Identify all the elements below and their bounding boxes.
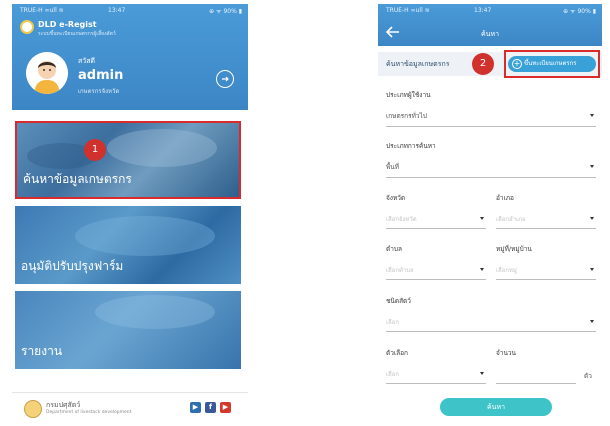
chevron-down-icon[interactable] xyxy=(590,268,594,271)
video-icon[interactable]: ▶ xyxy=(190,402,201,413)
tile-decoration xyxy=(75,216,215,256)
option-label: ตัวเลือก xyxy=(386,349,408,357)
field-underline xyxy=(496,279,596,280)
village-label: หมู่ที่/หมู่บ้าน xyxy=(496,245,532,253)
facebook-icon[interactable]: f xyxy=(205,402,216,413)
tile-search-farmer[interactable]: ค้นหาข้อมูลเกษตรกร xyxy=(15,121,241,199)
app-header: TRUE-H ∞ull ≋ 13:47 ⊕ ᯤ 90% ▮ DLD e-Regi… xyxy=(12,4,248,110)
chevron-down-icon[interactable] xyxy=(590,114,594,117)
status-bar: TRUE-H ∞ull ≋ 13:47 ⊕ ᯤ 90% ▮ xyxy=(12,4,248,18)
search-screen: TRUE-H ∞ull ≋ 13:47 ⊕ ᯤ 90% ▮ ค้นหา ค้นห… xyxy=(378,4,602,424)
chevron-down-icon[interactable] xyxy=(590,165,594,168)
village-select[interactable]: เลือกหมู่ xyxy=(496,265,517,275)
field-underline xyxy=(386,177,596,178)
department-logo-icon xyxy=(24,400,42,418)
search-button[interactable]: ค้นหา xyxy=(440,398,552,416)
option-select[interactable]: เลือก xyxy=(386,369,399,379)
field-underline xyxy=(386,126,596,127)
search-type-label: ประเภทการค้นหา xyxy=(386,142,436,150)
tile-approve-farm-label: อนุมัติปรับปรุงฟาร์ม xyxy=(21,259,124,273)
chevron-down-icon[interactable] xyxy=(590,320,594,323)
status-carrier: TRUE-H ∞ull ≋ xyxy=(20,7,64,14)
app-subtitle: ระบบขึ้นทะเบียนเกษตรกรผู้เลี้ยงสัตว์ xyxy=(38,31,116,37)
screen-title: ค้นหา xyxy=(480,30,499,38)
chevron-down-icon[interactable] xyxy=(480,372,484,375)
tile-report-label: รายงาน xyxy=(21,344,63,358)
tile-decoration xyxy=(107,129,217,167)
status-time: 13:47 xyxy=(108,7,126,14)
amount-label: จำนวน xyxy=(496,349,516,357)
search-header: TRUE-H ∞ull ≋ 13:47 ⊕ ᯤ 90% ▮ ค้นหา xyxy=(378,4,602,46)
logout-button[interactable] xyxy=(216,70,234,88)
logout-icon xyxy=(222,76,229,82)
status-battery: ⊕ ᯤ 90% ▮ xyxy=(563,8,596,15)
animal-type-label: ชนิดสัตว์ xyxy=(386,297,411,305)
chevron-down-icon[interactable] xyxy=(480,268,484,271)
user-avatar-icon xyxy=(26,52,68,94)
status-time: 13:47 xyxy=(474,7,492,14)
district-select[interactable]: เลือกอำเภอ xyxy=(496,214,526,224)
status-battery: ⊕ ᯤ 90% ▮ xyxy=(209,8,242,15)
user-name: admin xyxy=(78,68,124,83)
chevron-down-icon[interactable] xyxy=(480,217,484,220)
highlight-box xyxy=(504,50,600,78)
step-marker-1: 1 xyxy=(84,139,106,161)
amount-unit: ตัว xyxy=(584,372,592,380)
status-bar: TRUE-H ∞ull ≋ 13:47 ⊕ ᯤ 90% ▮ xyxy=(378,4,602,18)
field-underline xyxy=(386,228,486,229)
footer: กรมปศุสัตว์ Department of livestock deve… xyxy=(12,392,248,424)
section-title: ค้นหาข้อมูลเกษตรกร xyxy=(386,60,450,68)
field-underline xyxy=(386,331,596,332)
animal-type-select[interactable]: เลือก xyxy=(386,317,399,327)
subdistrict-select[interactable]: เลือกตำบล xyxy=(386,265,414,275)
amount-input[interactable] xyxy=(496,383,576,384)
tile-decoration xyxy=(95,295,215,329)
department-subtitle: Department of livestock development xyxy=(46,410,132,415)
user-type-value[interactable]: เกษตรกรทั่วไป xyxy=(386,111,427,121)
tile-report[interactable]: รายงาน xyxy=(15,291,241,369)
app-title: DLD e-Regist xyxy=(38,20,97,29)
subdistrict-label: ตำบล xyxy=(386,245,402,253)
search-type-value[interactable]: พื้นที่ xyxy=(386,162,399,172)
app-logo-icon xyxy=(20,20,34,34)
user-type-label: ประเภทผู้ใช้งาน xyxy=(386,91,431,99)
field-underline xyxy=(386,383,486,384)
user-department: เกษตรกรจังหวัด xyxy=(78,88,120,95)
tile-approve-farm[interactable]: อนุมัติปรับปรุงฟาร์ม xyxy=(15,206,241,284)
district-label: อำเภอ xyxy=(496,194,514,202)
field-underline xyxy=(386,279,486,280)
field-underline xyxy=(496,228,596,229)
user-greeting: สวัสดี xyxy=(78,57,96,65)
youtube-icon[interactable]: ▶ xyxy=(220,402,231,413)
step-marker-2: 2 xyxy=(472,53,494,75)
chevron-down-icon[interactable] xyxy=(590,217,594,220)
main-menu-screen: TRUE-H ∞ull ≋ 13:47 ⊕ ᯤ 90% ▮ DLD e-Regi… xyxy=(12,4,248,424)
tile-search-farmer-label: ค้นหาข้อมูลเกษตรกร xyxy=(23,172,132,186)
province-label: จังหวัด xyxy=(386,194,406,202)
province-select[interactable]: เลือกจังหวัด xyxy=(386,214,417,224)
status-carrier: TRUE-H ∞ull ≋ xyxy=(386,7,430,14)
